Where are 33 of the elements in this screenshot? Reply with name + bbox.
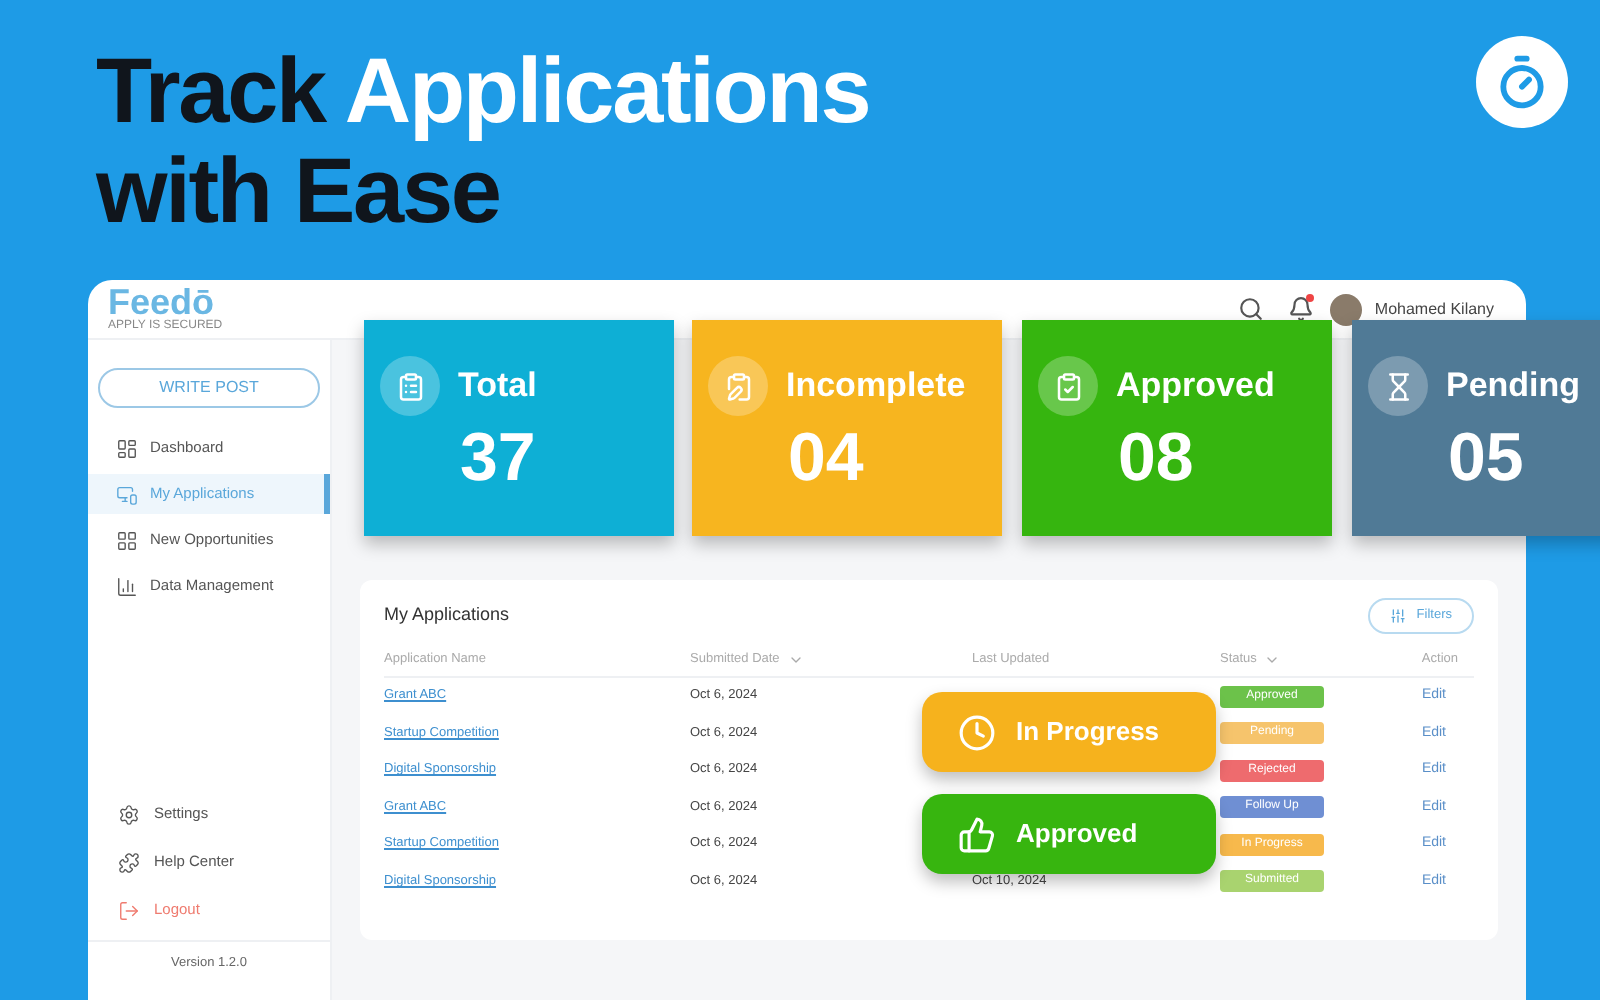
puzzle-icon — [118, 851, 140, 873]
headline-text: Track Applications — [96, 38, 870, 142]
clipboard-check-icon — [1053, 371, 1083, 401]
grid-icon — [116, 529, 138, 551]
stat-value: 05 — [1448, 420, 1524, 496]
dashboard-icon — [116, 437, 138, 459]
user-name: Mohamed Kilany — [1374, 297, 1494, 321]
chart-icon — [116, 575, 138, 597]
headline-text: with Ease — [96, 140, 500, 240]
hourglass-icon — [1383, 371, 1413, 401]
floating-status-badge: Approved — [922, 794, 1216, 874]
floating-status-badge: In Progress — [922, 692, 1216, 772]
stat-label: Pending — [1446, 364, 1581, 409]
stat-value: 37 — [460, 420, 536, 496]
stat-value: 08 — [1118, 420, 1194, 496]
stat-label: Incomplete — [786, 364, 966, 409]
card-title: My Applications — [384, 602, 510, 629]
settings-icon — [118, 803, 140, 825]
search-icon[interactable] — [1238, 296, 1265, 322]
user-avatar — [1330, 293, 1363, 325]
clipboard-icon — [723, 371, 753, 401]
stopwatch-logo-icon — [1476, 36, 1568, 128]
app-logo: Feedō — [108, 284, 215, 320]
stat-value: 04 — [788, 420, 864, 496]
stat-label: Approved — [1116, 364, 1275, 409]
logout-icon — [118, 899, 140, 921]
thumbs-up-icon — [958, 815, 996, 853]
sliders-icon — [1390, 608, 1407, 624]
clock-icon — [958, 713, 996, 751]
clipboard-icon — [395, 371, 425, 401]
stat-label: Total — [458, 364, 537, 409]
write-post-button[interactable]: WRITE POST — [98, 368, 320, 408]
monitor-icon — [116, 483, 138, 505]
